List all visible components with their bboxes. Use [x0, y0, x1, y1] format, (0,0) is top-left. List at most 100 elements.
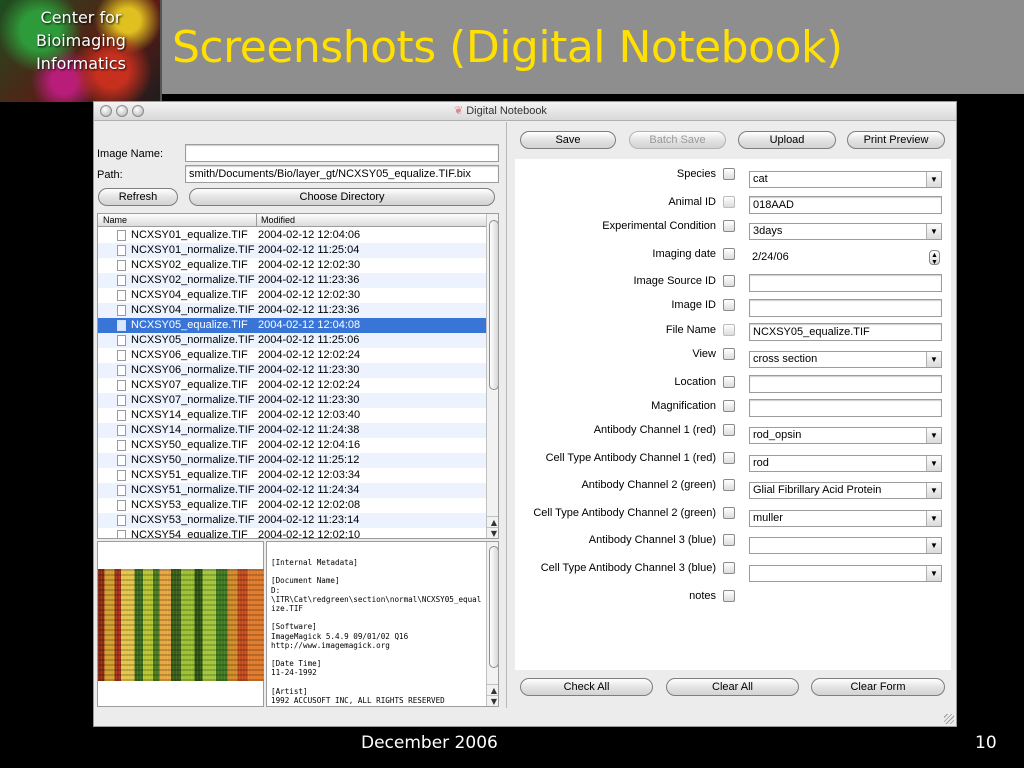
file-row[interactable]: NCXSY05_normalize.TIF 2004-02-12 11:25:06: [98, 333, 486, 348]
species-checkbox[interactable]: [723, 168, 735, 180]
minimize-button[interactable]: [116, 105, 128, 117]
file-row[interactable]: NCXSY50_normalize.TIF 2004-02-12 11:25:12: [98, 453, 486, 468]
imaging-date-checkbox[interactable]: [723, 248, 735, 260]
cell-type-ch1-label: Cell Type Antibody Channel 1 (red): [545, 452, 716, 464]
metadata-scrollbar-thumb[interactable]: [489, 546, 498, 668]
batch-save-button[interactable]: Batch Save: [629, 131, 726, 149]
check-all-button[interactable]: Check All: [520, 678, 653, 696]
image-name-field[interactable]: [185, 144, 499, 162]
file-row[interactable]: NCXSY14_normalize.TIF 2004-02-12 11:24:38: [98, 423, 486, 438]
image-id-field[interactable]: [749, 299, 942, 317]
animal-id-field[interactable]: 018AAD: [749, 196, 942, 214]
cell-type-ch3-checkbox[interactable]: [723, 562, 735, 574]
window-titlebar[interactable]: ❦ Digital Notebook: [94, 102, 956, 121]
file-row[interactable]: NCXSY51_equalize.TIF 2004-02-12 12:03:34: [98, 468, 486, 483]
file-row[interactable]: NCXSY07_normalize.TIF 2004-02-12 11:23:30: [98, 393, 486, 408]
file-row[interactable]: NCXSY14_equalize.TIF 2004-02-12 12:03:40: [98, 408, 486, 423]
species-select[interactable]: cat ▼: [749, 171, 942, 188]
image-source-id-field[interactable]: [749, 274, 942, 292]
experimental-condition-select[interactable]: 3days ▼: [749, 223, 942, 240]
image-id-checkbox[interactable]: [723, 299, 735, 311]
file-name: NCXSY07_equalize.TIF: [131, 379, 248, 391]
file-row[interactable]: NCXSY01_normalize.TIF 2004-02-12 11:25:04: [98, 243, 486, 258]
notes-checkbox[interactable]: [723, 590, 735, 602]
file-row[interactable]: NCXSY06_normalize.TIF 2004-02-12 11:23:30: [98, 363, 486, 378]
view-checkbox[interactable]: [723, 348, 735, 360]
file-row[interactable]: NCXSY06_equalize.TIF 2004-02-12 12:02:24: [98, 348, 486, 363]
experimental-condition-value: 3days: [753, 225, 783, 237]
column-modified-header[interactable]: Modified: [261, 215, 295, 225]
zoom-button[interactable]: [132, 105, 144, 117]
experimental-condition-checkbox[interactable]: [723, 220, 735, 232]
save-button[interactable]: Save: [520, 131, 616, 149]
file-icon: [117, 470, 126, 481]
refresh-button[interactable]: Refresh: [98, 188, 178, 206]
view-select[interactable]: cross section ▼: [749, 351, 942, 368]
thumbnail-panel: [97, 541, 264, 707]
split-pane-divider[interactable]: [506, 122, 507, 708]
file-icon: [117, 530, 126, 538]
file-name: NCXSY05_normalize.TIF: [131, 334, 255, 346]
metadata-scroll-up-icon[interactable]: ▲: [487, 684, 498, 695]
location-label: Location: [674, 376, 716, 388]
print-preview-button[interactable]: Print Preview: [847, 131, 945, 149]
file-row[interactable]: NCXSY50_equalize.TIF 2004-02-12 12:04:16: [98, 438, 486, 453]
close-button[interactable]: [100, 105, 112, 117]
antibody-ch2-checkbox[interactable]: [723, 479, 735, 491]
clear-all-button[interactable]: Clear All: [666, 678, 799, 696]
magnification-checkbox[interactable]: [723, 400, 735, 412]
location-checkbox[interactable]: [723, 376, 735, 388]
file-name: NCXSY04_normalize.TIF: [131, 304, 255, 316]
cell-type-ch3-select[interactable]: ▼: [749, 565, 942, 582]
antibody-ch1-checkbox[interactable]: [723, 424, 735, 436]
cell-type-ch2-checkbox[interactable]: [723, 507, 735, 519]
cell-type-ch3-label: Cell Type Antibody Channel 3 (blue): [540, 562, 716, 574]
imaging-date-field[interactable]: 2/24/06 ▲ ▼: [749, 250, 942, 268]
file-name-checkbox[interactable]: [723, 324, 735, 336]
file-icon: [117, 425, 126, 436]
file-row[interactable]: NCXSY07_equalize.TIF 2004-02-12 12:02:24: [98, 378, 486, 393]
magnification-field[interactable]: [749, 399, 942, 417]
file-row[interactable]: NCXSY02_normalize.TIF 2004-02-12 11:23:36: [98, 273, 486, 288]
antibody-ch3-checkbox[interactable]: [723, 534, 735, 546]
scroll-down-arrow-icon[interactable]: ▼: [487, 527, 498, 538]
antibody-ch3-select[interactable]: ▼: [749, 537, 942, 554]
cell-type-ch2-select[interactable]: muller ▼: [749, 510, 942, 527]
file-row[interactable]: NCXSY02_equalize.TIF 2004-02-12 12:02:30: [98, 258, 486, 273]
file-row[interactable]: NCXSY51_normalize.TIF 2004-02-12 11:24:34: [98, 483, 486, 498]
file-row[interactable]: NCXSY54_equalize.TIF 2004-02-12 12:02:10: [98, 528, 486, 538]
metadata-panel[interactable]: [Internal Metadata] [Document Name] D: \…: [266, 541, 499, 707]
upload-button[interactable]: Upload: [738, 131, 836, 149]
image-source-id-checkbox[interactable]: [723, 275, 735, 287]
file-row[interactable]: NCXSY05_equalize.TIF 2004-02-12 12:04:08: [98, 318, 486, 333]
column-name-header[interactable]: Name: [103, 215, 127, 225]
resize-grip-icon[interactable]: [944, 714, 954, 724]
cell-type-ch1-checkbox[interactable]: [723, 452, 735, 464]
cell-type-ch1-value: rod: [753, 457, 769, 469]
path-field[interactable]: smith/Documents/Bio/layer_gt/NCXSY05_equ…: [185, 165, 499, 183]
file-row[interactable]: NCXSY53_normalize.TIF 2004-02-12 11:23:14: [98, 513, 486, 528]
cell-type-ch2-value: muller: [753, 512, 783, 524]
animal-id-checkbox[interactable]: [723, 196, 735, 208]
stepper-icon[interactable]: ▲ ▼: [929, 250, 940, 266]
image-id-label: Image ID: [671, 299, 716, 311]
antibody-ch1-select[interactable]: rod_opsin ▼: [749, 427, 942, 444]
file-name-label: File Name: [665, 324, 716, 336]
file-name-field[interactable]: NCXSY05_equalize.TIF: [749, 323, 942, 341]
file-row[interactable]: NCXSY53_equalize.TIF 2004-02-12 12:02:08: [98, 498, 486, 513]
file-list[interactable]: Name Modified NCXSY01_equalize.TIF 2004-0…: [97, 213, 499, 539]
file-list-scrollbar[interactable]: ▲ ▼: [486, 214, 498, 538]
cell-type-ch1-select[interactable]: rod ▼: [749, 455, 942, 472]
file-row[interactable]: NCXSY04_normalize.TIF 2004-02-12 11:23:36: [98, 303, 486, 318]
scrollbar-thumb[interactable]: [489, 220, 498, 390]
column-divider[interactable]: [256, 214, 257, 227]
file-row[interactable]: NCXSY04_equalize.TIF 2004-02-12 12:02:30: [98, 288, 486, 303]
clear-form-button[interactable]: Clear Form: [811, 678, 945, 696]
choose-directory-button[interactable]: Choose Directory: [189, 188, 495, 206]
scroll-up-arrow-icon[interactable]: ▲: [487, 516, 498, 527]
metadata-scrollbar[interactable]: ▲ ▼: [486, 542, 498, 706]
antibody-ch2-select[interactable]: Glial Fibrillary Acid Protein ▼: [749, 482, 942, 499]
metadata-scroll-down-icon[interactable]: ▼: [487, 695, 498, 706]
location-field[interactable]: [749, 375, 942, 393]
file-row[interactable]: NCXSY01_equalize.TIF 2004-02-12 12:04:06: [98, 228, 486, 243]
